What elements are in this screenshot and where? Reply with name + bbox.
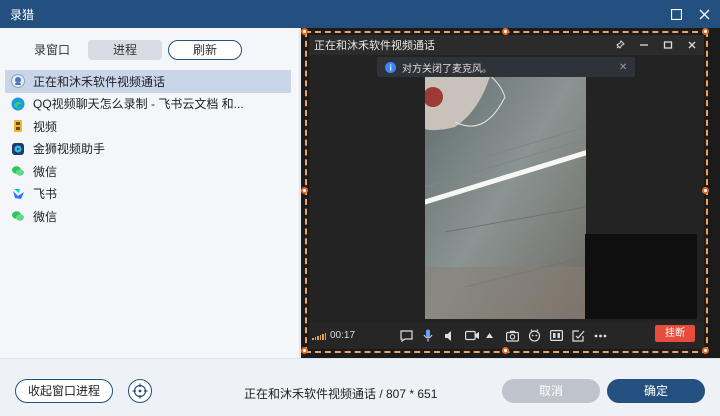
signal-icon bbox=[312, 332, 326, 340]
video-call-window: 正在和沐禾软件视频通话 对方关闭了麦克风。 ✕ 00:17 挂断 bbox=[309, 35, 704, 349]
resize-handle[interactable] bbox=[301, 28, 308, 35]
call-timer: 00:17 bbox=[312, 330, 355, 341]
feishu-icon bbox=[11, 187, 25, 201]
window-title: 录猎 bbox=[10, 7, 35, 22]
speaker-icon[interactable] bbox=[439, 326, 461, 346]
process-list: 正在和沐禾软件视频通话 QQ视频聊天怎么录制 - 飞书云文档 和... 视频 金… bbox=[5, 70, 291, 228]
maximize-icon[interactable] bbox=[656, 40, 680, 50]
notice-text: 对方关闭了麦克风。 bbox=[402, 63, 492, 75]
selection-info: 正在和沐禾软件视频通话 / 807 * 651 bbox=[244, 387, 438, 401]
crosshair-icon bbox=[132, 383, 148, 399]
collapse-process-button[interactable]: 收起窗口进程 bbox=[15, 379, 113, 403]
resize-handle[interactable] bbox=[702, 347, 709, 354]
bottom-bar: 收起窗口进程 正在和沐禾软件视频通话 / 807 * 651 取消 确定 bbox=[0, 358, 720, 416]
chat-icon[interactable] bbox=[395, 326, 417, 346]
notice-close-icon[interactable]: ✕ bbox=[619, 62, 635, 73]
maximize-icon bbox=[670, 8, 682, 20]
resize-handle[interactable] bbox=[502, 347, 509, 354]
resize-handle[interactable] bbox=[702, 28, 709, 35]
list-item[interactable]: 飞书 bbox=[5, 183, 291, 206]
tab-process[interactable]: 进程 bbox=[88, 40, 163, 60]
refresh-button[interactable]: 刷新 bbox=[168, 40, 243, 60]
remote-video bbox=[425, 57, 586, 319]
share-screen-icon[interactable] bbox=[567, 326, 589, 346]
wechat-icon bbox=[11, 164, 25, 178]
minimize-icon[interactable] bbox=[632, 40, 656, 50]
resize-handle[interactable] bbox=[301, 187, 308, 194]
process-panel: 录窗口 进程 刷新 正在和沐禾软件视频通话 QQ视频聊天怎么录制 - 飞书云文档… bbox=[0, 28, 300, 358]
video-window-titlebar: 正在和沐禾软件视频通话 bbox=[309, 35, 704, 55]
info-icon bbox=[385, 61, 396, 73]
lion-app-icon bbox=[11, 142, 25, 156]
microphone-off-notice: 对方关闭了麦克风。 ✕ bbox=[377, 57, 635, 77]
resize-handle[interactable] bbox=[502, 28, 509, 35]
confirm-button[interactable]: 确定 bbox=[607, 379, 705, 403]
list-item-label: 金狮视频助手 bbox=[33, 142, 106, 157]
call-time: 00:17 bbox=[330, 330, 356, 341]
list-item[interactable]: 正在和沐禾软件视频通话 bbox=[5, 70, 291, 93]
more-icon[interactable] bbox=[589, 326, 611, 346]
list-item[interactable]: 微信 bbox=[5, 160, 291, 183]
source-tabs: 录窗口 进程 刷新 bbox=[22, 40, 243, 60]
maximize-button[interactable] bbox=[664, 0, 688, 28]
effects-icon[interactable] bbox=[523, 326, 545, 346]
layout-icon[interactable] bbox=[545, 326, 567, 346]
list-item-label: 飞书 bbox=[33, 187, 58, 202]
self-video bbox=[585, 234, 697, 319]
qq-icon bbox=[11, 74, 25, 89]
resize-handle[interactable] bbox=[702, 187, 709, 194]
target-picker-button[interactable] bbox=[128, 379, 152, 403]
resize-handle[interactable] bbox=[301, 347, 308, 354]
title-bar: 录猎 bbox=[0, 0, 720, 28]
pin-icon[interactable] bbox=[608, 40, 632, 50]
video-window-title: 正在和沐禾软件视频通话 bbox=[314, 40, 435, 52]
cancel-button[interactable]: 取消 bbox=[502, 379, 600, 403]
hangup-button[interactable]: 挂断 bbox=[655, 325, 695, 342]
list-item-label: 正在和沐禾软件视频通话 bbox=[33, 74, 166, 89]
list-item-label: 微信 bbox=[33, 209, 58, 224]
call-controls: 00:17 挂断 bbox=[309, 322, 704, 349]
close-icon[interactable] bbox=[680, 40, 704, 50]
list-item-label: QQ视频聊天怎么录制 - 飞书云文档 和... bbox=[33, 97, 244, 112]
list-item[interactable]: 视频 bbox=[5, 115, 291, 138]
close-icon bbox=[699, 9, 709, 19]
screenshot-icon[interactable] bbox=[501, 326, 523, 346]
list-item[interactable]: 金狮视频助手 bbox=[5, 138, 291, 161]
tab-window[interactable]: 录窗口 bbox=[22, 40, 82, 60]
list-item-label: 微信 bbox=[33, 164, 58, 179]
close-button[interactable] bbox=[692, 0, 716, 28]
video-app-icon bbox=[11, 119, 25, 133]
microphone-icon[interactable] bbox=[417, 326, 439, 346]
list-item[interactable]: 微信 bbox=[5, 205, 291, 228]
list-item[interactable]: QQ视频聊天怎么录制 - 飞书云文档 和... bbox=[5, 93, 291, 116]
chevron-up-icon[interactable] bbox=[483, 326, 495, 346]
wechat-icon bbox=[11, 209, 25, 223]
camera-icon[interactable] bbox=[461, 326, 483, 346]
edge-icon bbox=[11, 97, 25, 111]
list-item-label: 视频 bbox=[33, 119, 58, 134]
